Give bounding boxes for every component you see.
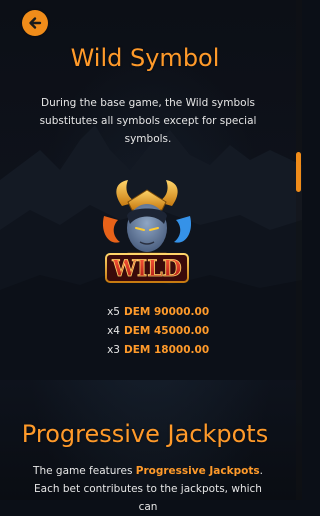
wild-symbol-description: During the base game, the Wild symbols s… xyxy=(39,97,257,145)
progressive-jackpots-title: Progressive Jackpots xyxy=(21,420,269,448)
payout-table: x5 DEM 90000.00 x4 DEM 45000.00 x3 DEM 1… xyxy=(98,302,209,359)
scrollbar-track[interactable] xyxy=(296,0,302,500)
wild-symbol-title: Wild Symbol xyxy=(70,44,220,72)
wild-symbol-icon: WILD xyxy=(102,180,192,283)
payout-value: DEM 45000.00 xyxy=(124,324,210,337)
payout-value: DEM 18000.00 xyxy=(124,343,210,356)
jackpot-desc-text: The game features xyxy=(33,465,136,477)
progressive-jackpots-description: The game features Progressive Jackpots. … xyxy=(28,462,268,516)
payout-multiplier: x4 xyxy=(107,324,120,337)
arrow-left-icon xyxy=(29,17,42,29)
back-button[interactable] xyxy=(22,10,48,36)
payout-row: x5 DEM 90000.00 xyxy=(98,302,209,321)
jackpot-desc-highlight: Progressive Jackpots xyxy=(135,465,260,477)
scrollbar-thumb[interactable] xyxy=(296,152,301,192)
payout-multiplier: x5 xyxy=(107,305,120,318)
payout-row: x3 DEM 18000.00 xyxy=(98,340,209,359)
svg-text:WILD: WILD xyxy=(111,256,182,282)
payout-value: DEM 90000.00 xyxy=(124,305,210,318)
payout-multiplier: x3 xyxy=(107,343,120,356)
payout-row: x4 DEM 45000.00 xyxy=(98,321,209,340)
